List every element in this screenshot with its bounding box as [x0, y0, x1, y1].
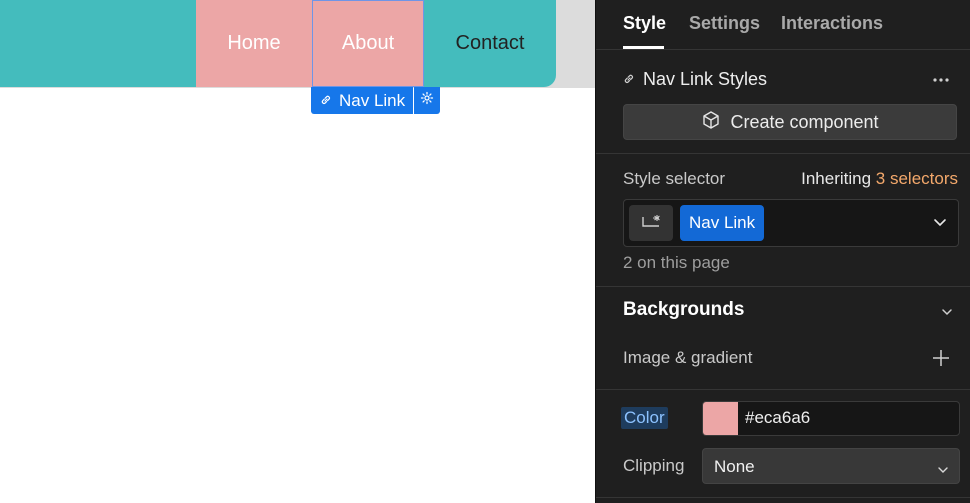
create-component-button[interactable]: Create component — [623, 104, 957, 140]
color-value-input[interactable]: #eca6a6 — [745, 408, 810, 428]
style-selector-field[interactable]: Nav Link — [623, 199, 959, 247]
panel-tabs: Style Settings Interactions — [596, 0, 970, 50]
nav-link-about[interactable]: About — [312, 0, 424, 87]
cube-icon — [701, 110, 721, 135]
selector-usage-count: 2 on this page — [623, 253, 730, 272]
element-settings-button[interactable] — [414, 87, 441, 114]
style-panel: Style Settings Interactions Nav Link Sty… — [595, 0, 970, 503]
more-icon — [932, 73, 950, 92]
nav-link-contact[interactable]: Contact — [424, 0, 556, 87]
plus-icon — [931, 350, 951, 372]
divider — [596, 153, 970, 154]
color-swatch[interactable] — [703, 402, 738, 435]
clipping-select[interactable]: None — [702, 448, 960, 484]
gear-icon — [420, 91, 434, 110]
more-options-button[interactable] — [932, 70, 950, 93]
image-gradient-label: Image & gradient — [623, 348, 753, 367]
selected-element-name[interactable]: Nav Link — [311, 87, 414, 114]
color-field[interactable]: #eca6a6 — [702, 401, 960, 436]
clipping-label: Clipping — [623, 456, 685, 475]
clipping-value: None — [714, 457, 755, 476]
divider — [596, 497, 970, 498]
component-title: Nav Link Styles — [643, 69, 768, 89]
tab-settings[interactable]: Settings — [689, 13, 760, 34]
tab-style[interactable]: Style — [623, 13, 666, 34]
chevron-down-icon[interactable] — [932, 214, 948, 235]
divider — [596, 286, 970, 287]
inheriting-info: Inheriting 3 selectors — [801, 169, 958, 189]
component-header: Nav Link Styles — [623, 69, 767, 90]
chevron-down-icon — [937, 461, 949, 481]
divider — [596, 389, 970, 390]
selected-element-label[interactable]: Nav Link — [311, 87, 441, 114]
color-label[interactable]: Color — [621, 407, 668, 429]
nav-link-home[interactable]: Home — [196, 0, 312, 87]
link-icon — [623, 70, 635, 90]
inheriting-text: Inheriting — [801, 169, 872, 188]
active-tab-indicator — [623, 46, 664, 49]
style-selector-label: Style selector — [623, 169, 726, 188]
selector-chip-nav-link[interactable]: Nav Link — [680, 205, 765, 241]
selector-type-button[interactable] — [629, 205, 673, 241]
create-component-label: Create component — [730, 111, 879, 132]
selected-element-text: Nav Link — [339, 90, 406, 110]
design-canvas[interactable]: Home About Contact Nav Link — [0, 0, 595, 503]
tab-interactions[interactable]: Interactions — [781, 13, 883, 34]
backgrounds-heading[interactable]: Backgrounds — [623, 299, 744, 321]
class-selector-icon — [639, 212, 663, 235]
link-icon — [320, 91, 332, 111]
inheriting-selectors-link[interactable]: 3 selectors — [876, 169, 958, 188]
chevron-down-icon[interactable] — [940, 304, 954, 324]
add-image-gradient-button[interactable] — [931, 348, 951, 373]
